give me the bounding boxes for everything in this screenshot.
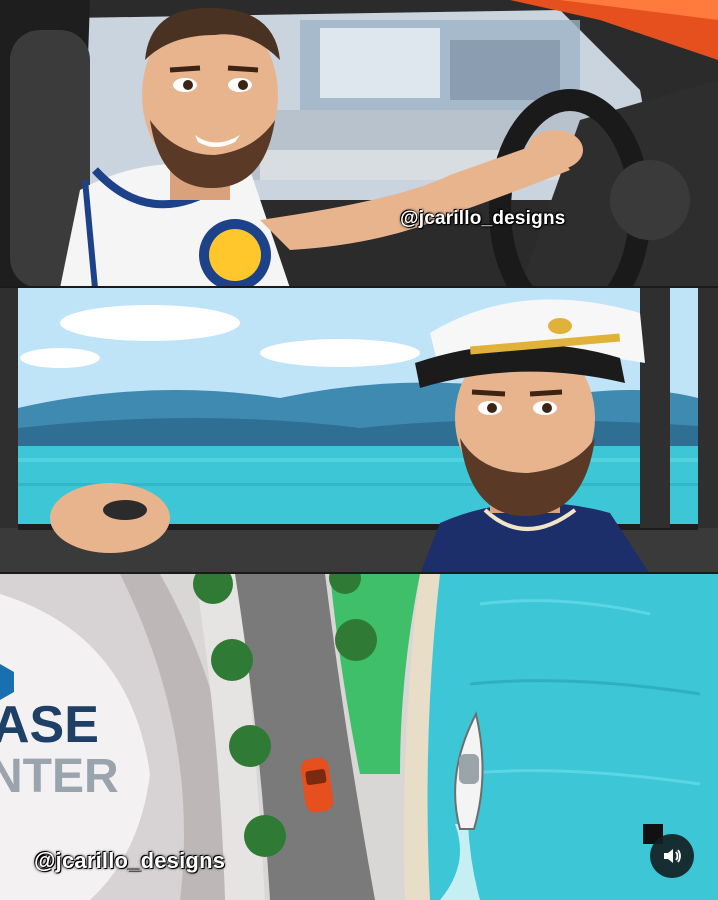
overhead-map-panel: ASE NTER @jcarillo_designs xyxy=(0,574,718,900)
boat-driving-illustration xyxy=(0,288,718,574)
sound-toggle-button[interactable] xyxy=(650,834,694,878)
speaker-icon xyxy=(664,849,681,863)
car-driving-panel: @jcarillo_designs xyxy=(0,0,718,288)
watermark-bottom: @jcarillo_designs xyxy=(34,848,226,873)
boat-driving-panel xyxy=(0,288,718,574)
car-driving-illustration xyxy=(0,0,718,288)
arena-sign-text-line1: ASE xyxy=(0,696,99,754)
arena-sign-text-line2: NTER xyxy=(0,750,119,803)
watermark-top: @jcarillo_designs xyxy=(400,208,566,229)
